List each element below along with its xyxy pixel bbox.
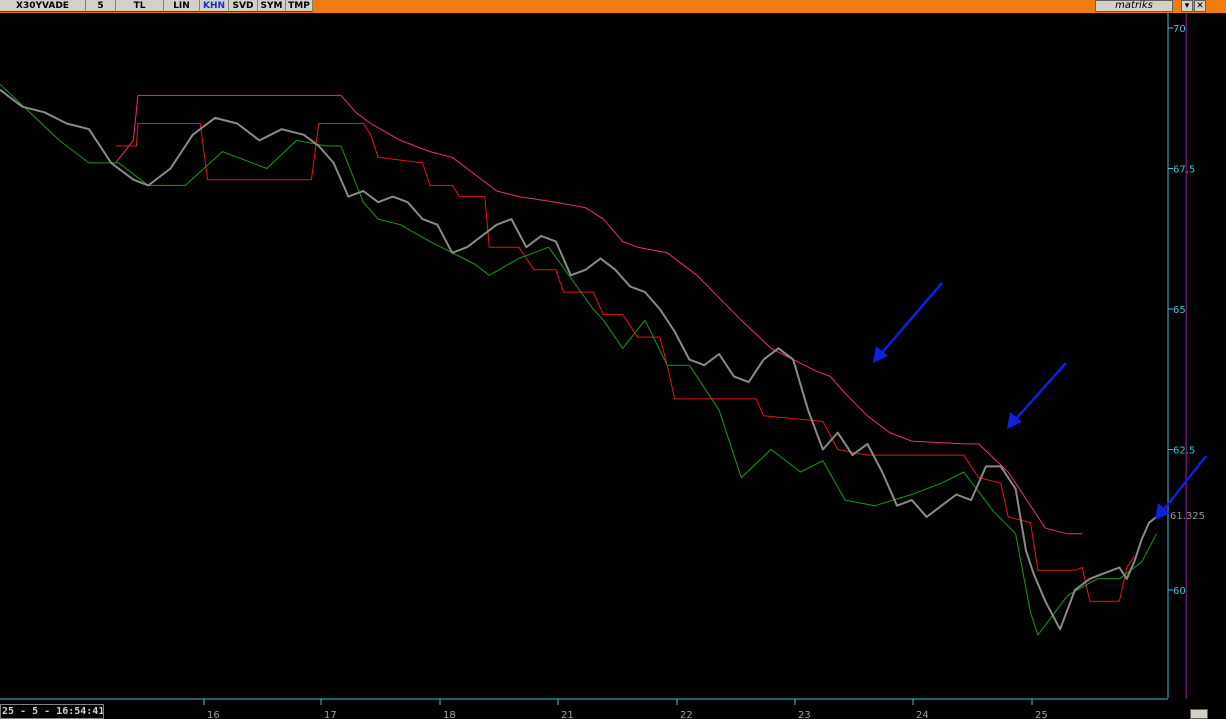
y-tick-label: 65 [1173, 305, 1186, 316]
matriks-logo: matriks [1095, 0, 1173, 12]
arrow-1-icon [873, 282, 943, 363]
price-line [0, 89, 1158, 631]
toolbar: X30YVADE 5 TL LIN KHN SVD SYM TMP matrik… [0, 0, 1226, 13]
y-tick-label: 60 [1173, 586, 1186, 597]
close-icon[interactable]: ✕ [1194, 0, 1206, 12]
arrow-2-icon [1007, 362, 1067, 429]
chevron-down-icon[interactable]: ▾ [1181, 0, 1193, 12]
sym-button[interactable]: SYM [258, 0, 286, 12]
currency-button[interactable]: TL [116, 0, 164, 12]
y-tick-label: 67.5 [1173, 165, 1195, 176]
series-layer [0, 83, 1158, 636]
scale-button[interactable]: LIN [164, 0, 200, 12]
status-time: 25 - 5 - 16:54:41 [0, 704, 104, 719]
x-tick-label: 24 [916, 710, 929, 719]
lower-band-line [0, 83, 1157, 636]
symbol-selector[interactable]: X30YVADE [0, 0, 86, 12]
x-tick-label: 23 [798, 710, 811, 719]
svd-button[interactable]: SVD [229, 0, 258, 12]
x-tick-label: 21 [561, 710, 574, 719]
annotation-arrows [873, 282, 1207, 520]
x-axis-labels: 16 17 18 21 22 23 24 25 [203, 699, 1048, 719]
upper-band-line [115, 94, 1083, 535]
y-tick-label: 70 [1173, 24, 1186, 35]
x-tick-label: 22 [680, 710, 693, 719]
x-tick-label: 18 [443, 710, 456, 719]
x-tick-label: 16 [207, 710, 220, 719]
period-button[interactable]: 5 [86, 0, 116, 12]
price-chart: 70 67.5 65 62.5 60 61.325 16 17 18 21 22… [0, 13, 1207, 719]
x-tick-label: 25 [1035, 710, 1048, 719]
last-value-label: 61.325 [1170, 511, 1205, 522]
x-tick-label: 17 [324, 710, 337, 719]
middle-band-line [115, 123, 1135, 602]
y-tick-label: 62.5 [1173, 446, 1195, 457]
tmp-button[interactable]: TMP [286, 0, 313, 12]
khn-button[interactable]: KHN [200, 0, 229, 12]
refresh-icon[interactable] [1190, 709, 1208, 719]
